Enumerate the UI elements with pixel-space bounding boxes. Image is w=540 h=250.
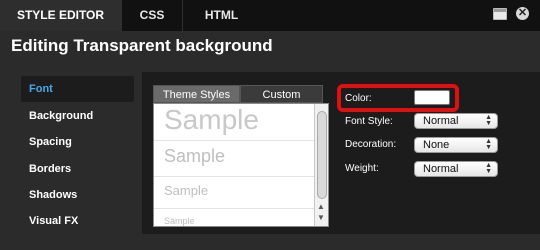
font-style-select[interactable]: Normal ▲ ▼ <box>414 113 498 129</box>
scroll-up-icon[interactable]: ▲ <box>317 202 325 211</box>
decoration-value: None <box>423 139 450 151</box>
tab-css[interactable]: CSS <box>122 0 182 31</box>
color-highlight-annotation <box>337 84 459 112</box>
top-tab-bar: STYLE EDITOR CSS HTML ✕ <box>0 0 540 31</box>
tab-theme-styles[interactable]: Theme Styles <box>153 85 240 103</box>
tab-html[interactable]: HTML <box>183 0 260 31</box>
weight-select[interactable]: Normal ▲ ▼ <box>414 161 498 177</box>
decoration-label: Decoration: <box>345 139 397 150</box>
updown-arrows-icon: ▲ ▼ <box>485 114 492 127</box>
updown-arrows-icon: ▲ ▼ <box>485 138 492 151</box>
font-style-label: Font Style: <box>345 116 393 127</box>
style-list[interactable]: Sample Sample Sample Sample ▲ ▼ <box>153 103 329 227</box>
style-sample[interactable]: Sample <box>164 104 259 136</box>
style-sample[interactable]: Sample <box>164 146 225 167</box>
sidebar-item-background[interactable]: Background <box>21 103 134 129</box>
weight-value: Normal <box>423 163 459 175</box>
weight-label: Weight: <box>345 163 379 174</box>
close-icon[interactable]: ✕ <box>516 7 529 20</box>
decoration-select[interactable]: None ▲ ▼ <box>414 137 498 153</box>
scrollbar[interactable]: ▲ ▼ <box>314 104 328 226</box>
window-icon[interactable] <box>493 8 507 20</box>
font-style-value: Normal <box>423 115 459 127</box>
divider <box>154 208 314 209</box>
sidebar-item-font[interactable]: Font <box>21 76 134 102</box>
tab-style-editor[interactable]: STYLE EDITOR <box>0 0 121 31</box>
scrollbar-thumb[interactable] <box>317 111 327 199</box>
style-sample[interactable]: Sample <box>164 183 208 198</box>
divider <box>154 176 314 177</box>
style-sample[interactable]: Sample <box>164 216 195 226</box>
scroll-down-icon[interactable]: ▼ <box>317 213 325 222</box>
sidebar-item-visual-fx[interactable]: Visual FX <box>21 208 134 234</box>
updown-arrows-icon: ▲ ▼ <box>485 162 492 175</box>
tab-custom[interactable]: Custom <box>240 85 323 103</box>
style-list-tabs: Theme Styles Custom <box>153 85 323 103</box>
sidebar-item-shadows[interactable]: Shadows <box>21 182 134 208</box>
sidebar-item-spacing[interactable]: Spacing <box>21 129 134 155</box>
sidebar-item-borders[interactable]: Borders <box>21 156 134 182</box>
page-title: Editing Transparent background <box>11 36 273 55</box>
divider <box>154 140 314 141</box>
